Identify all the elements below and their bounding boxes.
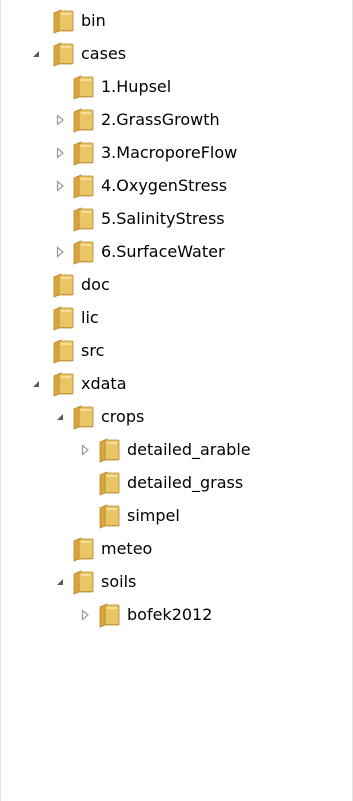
- folder-icon: [97, 437, 121, 463]
- folder-icon: [51, 272, 75, 298]
- tree-item-cases[interactable]: cases: [1, 38, 352, 70]
- folder-icon: [51, 305, 75, 331]
- tree-item-bofek2012[interactable]: bofek2012: [1, 599, 352, 631]
- tree-item-crops[interactable]: crops: [1, 401, 352, 433]
- folder-icon: [51, 371, 75, 397]
- folder-icon: [71, 206, 95, 232]
- expanded-triangle-icon[interactable]: [53, 409, 67, 425]
- collapsed-triangle-icon[interactable]: [53, 244, 67, 260]
- tree-item-label: doc: [81, 275, 110, 294]
- tree-item-label: src: [81, 341, 105, 360]
- expanded-triangle-icon[interactable]: [29, 46, 43, 62]
- folder-icon: [97, 503, 121, 529]
- tree-item-label: 4.OxygenStress: [101, 176, 228, 195]
- folder-tree: bin cases 1.Hupsel 2.GrassGrowth 3.Macropore…: [0, 0, 353, 801]
- tree-item-label: detailed_grass: [127, 473, 244, 492]
- expanded-triangle-icon[interactable]: [53, 574, 67, 590]
- tree-item-1-hupsel[interactable]: 1.Hupsel: [1, 71, 352, 103]
- tree-item-label: 3.MacroporeFlow: [101, 143, 238, 162]
- tree-item-src[interactable]: src: [1, 335, 352, 367]
- tree-item-label: 2.GrassGrowth: [101, 110, 220, 129]
- collapsed-triangle-icon[interactable]: [53, 145, 67, 161]
- tree-item-soils[interactable]: soils: [1, 566, 352, 598]
- tree-item-label: lic: [81, 308, 99, 327]
- tree-item-lic[interactable]: lic: [1, 302, 352, 334]
- tree-item-3-macroporeflow[interactable]: 3.MacroporeFlow: [1, 137, 352, 169]
- folder-icon: [71, 239, 95, 265]
- tree-item-simpel[interactable]: simpel: [1, 500, 352, 532]
- tree-item-label: soils: [101, 572, 137, 591]
- folder-icon: [71, 569, 95, 595]
- tree-item-detailed-grass[interactable]: detailed_grass: [1, 467, 352, 499]
- folder-icon: [71, 74, 95, 100]
- folder-icon: [71, 536, 95, 562]
- expanded-triangle-icon[interactable]: [29, 376, 43, 392]
- tree-item-xdata[interactable]: xdata: [1, 368, 352, 400]
- tree-item-5-salinitystress[interactable]: 5.SalinityStress: [1, 203, 352, 235]
- tree-item-label: 6.SurfaceWater: [101, 242, 225, 261]
- folder-icon: [97, 602, 121, 628]
- folder-icon: [51, 8, 75, 34]
- tree-item-label: cases: [81, 44, 127, 63]
- collapsed-triangle-icon[interactable]: [53, 178, 67, 194]
- folder-icon: [71, 404, 95, 430]
- tree-item-label: detailed_arable: [127, 440, 251, 459]
- folder-icon: [71, 140, 95, 166]
- tree-item-6-surfacewater[interactable]: 6.SurfaceWater: [1, 236, 352, 268]
- tree-item-label: xdata: [81, 374, 127, 393]
- tree-item-bin[interactable]: bin: [1, 5, 352, 37]
- collapsed-triangle-icon[interactable]: [78, 607, 92, 623]
- folder-icon: [71, 107, 95, 133]
- tree-item-detailed-arable[interactable]: detailed_arable: [1, 434, 352, 466]
- tree-item-label: bin: [81, 11, 106, 30]
- tree-item-2-grassgrowth[interactable]: 2.GrassGrowth: [1, 104, 352, 136]
- tree-item-label: crops: [101, 407, 145, 426]
- tree-item-label: meteo: [101, 539, 153, 558]
- tree-item-4-oxygenstress[interactable]: 4.OxygenStress: [1, 170, 352, 202]
- tree-item-label: bofek2012: [127, 605, 213, 624]
- tree-item-label: 1.Hupsel: [101, 77, 172, 96]
- collapsed-triangle-icon[interactable]: [78, 442, 92, 458]
- tree-item-label: simpel: [127, 506, 180, 525]
- folder-icon: [51, 41, 75, 67]
- tree-item-doc[interactable]: doc: [1, 269, 352, 301]
- folder-icon: [97, 470, 121, 496]
- folder-icon: [71, 173, 95, 199]
- tree-item-meteo[interactable]: meteo: [1, 533, 352, 565]
- folder-icon: [51, 338, 75, 364]
- collapsed-triangle-icon[interactable]: [53, 112, 67, 128]
- tree-item-label: 5.SalinityStress: [101, 209, 225, 228]
